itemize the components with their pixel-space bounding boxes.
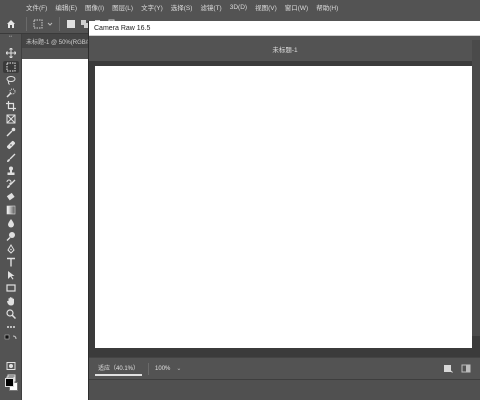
path-select-tool-icon[interactable] [3, 269, 19, 281]
stamp-tool-icon[interactable] [3, 165, 19, 177]
frame-tool-icon[interactable] [3, 113, 19, 125]
camera-raw-titlebar[interactable]: Camera Raw 16.5 [89, 21, 480, 36]
crop-tool-icon[interactable] [3, 100, 19, 112]
marquee-options-icon[interactable] [33, 19, 43, 29]
zoom-fit-button[interactable]: 适应（40.1%） [95, 362, 143, 376]
view-mode-icons [443, 364, 471, 373]
marquee-tool-icon[interactable] [3, 61, 19, 73]
dodge-tool-icon[interactable] [3, 230, 19, 242]
zoom-tool-icon[interactable] [3, 308, 19, 320]
swap-colors-icon[interactable] [3, 334, 19, 342]
gradient-tool-icon[interactable] [3, 204, 19, 216]
brush-tool-icon[interactable] [3, 152, 19, 164]
hand-tool-icon[interactable] [3, 295, 19, 307]
new-selection-icon[interactable] [66, 19, 76, 29]
menu-edit[interactable]: 编辑(E) [51, 2, 81, 12]
home-button[interactable] [0, 14, 22, 34]
before-after-view-icon[interactable] [461, 364, 471, 373]
options-divider [26, 16, 27, 31]
zoom-percent-label: 100% [155, 365, 171, 372]
preview-image[interactable] [95, 66, 472, 348]
blur-tool-icon[interactable] [3, 217, 19, 229]
home-icon [7, 19, 15, 28]
tools-panel: •• [0, 34, 22, 400]
menu-image[interactable]: 图像(I) [81, 2, 108, 12]
history-brush-tool-icon[interactable] [3, 178, 19, 190]
photoshop-canvas[interactable] [22, 59, 90, 400]
camera-raw-document-bar: 未标题-1 [89, 36, 480, 61]
healing-tool-icon[interactable] [3, 139, 19, 151]
camera-raw-window: Camera Raw 16.5 未标题-1 适应（40.1%） 100% ⌄ [88, 21, 480, 400]
pen-tool-icon[interactable] [3, 243, 19, 255]
quick-select-tool-icon[interactable] [3, 87, 19, 99]
menu-file[interactable]: 文件(F) [22, 2, 51, 12]
zoom-chevron-down-icon[interactable]: ⌄ [176, 365, 181, 372]
document-tab[interactable]: 未标题-1 @ 50%(RGB/8 [22, 34, 90, 48]
zoom-fit-label: 适应（40.1%） [98, 366, 140, 372]
menu-view[interactable]: 视图(V) [251, 2, 281, 12]
eyedropper-tool-icon[interactable] [3, 126, 19, 138]
window-title: Camera Raw 16.5 [94, 24, 151, 32]
move-tool-icon[interactable] [3, 47, 19, 59]
chevron-down-icon[interactable] [47, 19, 53, 29]
menu-3d[interactable]: 3D(D) [226, 4, 251, 11]
document-tab-label: 未标题-1 @ 50%(RGB/8 [26, 39, 90, 46]
menu-type[interactable]: 文字(Y) [137, 2, 167, 12]
single-view-icon[interactable] [443, 364, 453, 373]
document-name: 未标题-1 [272, 46, 298, 54]
preview-area [89, 61, 480, 377]
right-panel-edge [472, 40, 480, 336]
panel-grip[interactable]: •• [0, 34, 21, 40]
menu-bar: 文件(F) 编辑(E) 图像(I) 图层(L) 文字(Y) 选择(S) 滤镜(T… [0, 0, 480, 14]
options-divider [59, 16, 60, 31]
menu-layer[interactable]: 图层(L) [108, 2, 137, 12]
menu-help[interactable]: 帮助(H) [312, 2, 342, 12]
menu-window[interactable]: 窗口(W) [281, 2, 312, 12]
foreground-color-swatch[interactable] [5, 378, 14, 387]
type-tool-icon[interactable] [3, 256, 19, 268]
lasso-tool-icon[interactable] [3, 74, 19, 86]
more-tools-icon[interactable] [3, 321, 19, 333]
menu-select[interactable]: 选择(S) [167, 2, 197, 12]
preview-bottom-bar: 适应（40.1%） 100% ⌄ [89, 357, 480, 379]
eraser-tool-icon[interactable] [3, 191, 19, 203]
zoom-percent-button[interactable]: 100% [155, 366, 170, 372]
quick-mask-icon[interactable] [3, 360, 19, 372]
zoom-divider [148, 362, 150, 375]
camera-raw-footer [89, 379, 480, 400]
menu-filter[interactable]: 滤镜(T) [196, 2, 225, 12]
rectangle-tool-icon[interactable] [3, 282, 19, 294]
